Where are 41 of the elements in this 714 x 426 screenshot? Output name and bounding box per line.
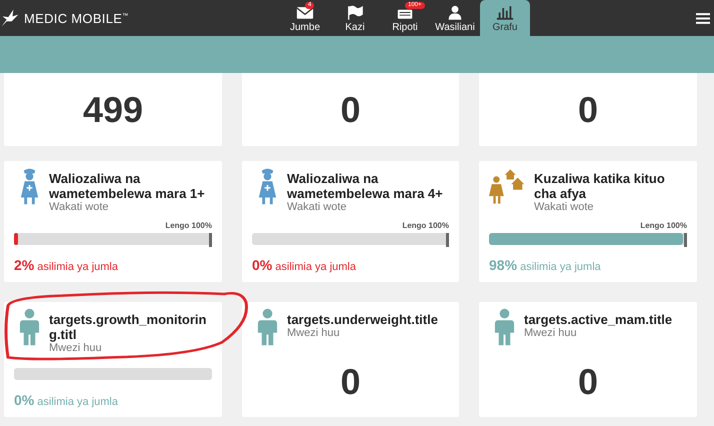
percent-text: 0% asilimia ya jumla — [252, 257, 357, 273]
nav-tab[interactable]: Grafu — [480, 0, 530, 36]
percent-text: 0% asilimia ya jumla — [14, 392, 119, 408]
card-subtitle: Mwezi huu — [49, 342, 103, 354]
count-value: 0 — [576, 88, 600, 130]
goal-label: Lengo 100% — [165, 221, 212, 230]
percent-text: 98% asilimia ya jumla — [489, 257, 602, 273]
flag-icon — [346, 5, 364, 20]
nurse-icon — [256, 166, 279, 206]
count-value: 0 — [576, 361, 600, 403]
card-subtitle: Mwezi huu — [524, 327, 578, 339]
card-title: targets.underweight.title — [287, 312, 438, 327]
card-title: Kuzaliwa katika kituo cha afya — [534, 171, 666, 201]
card-subtitle: Mwezi huu — [287, 327, 341, 339]
nav-tab[interactable]: Kazi — [330, 0, 380, 36]
card-title: Waliozaliwa na wametembelewa mara 4+ — [287, 171, 444, 201]
count-value: 0 — [339, 88, 362, 130]
percent-text: 2% asilimia ya jumla — [14, 257, 119, 273]
card-subtitle: Wakati wote — [534, 201, 595, 213]
card-subtitle: Wakati wote — [49, 201, 110, 213]
count-value: 499 — [82, 88, 144, 130]
goal-marker — [209, 233, 212, 247]
goal-label: Lengo 100% — [402, 221, 449, 230]
menu-icon[interactable] — [696, 12, 710, 25]
bar-chart-icon — [496, 5, 514, 20]
nurse-icon — [18, 166, 41, 206]
goal-label: Lengo 100% — [640, 221, 687, 230]
count-value: 0 — [339, 361, 362, 403]
brand-name: MEDIC MOBILE$^{™}$ — [24, 10, 129, 26]
goal-marker — [684, 233, 687, 247]
card-title: Waliozaliwa na wametembelewa mara 1+ — [49, 171, 206, 201]
card-title: targets.active_mam.title — [524, 312, 672, 327]
envelope-icon — [296, 5, 314, 20]
person-icon — [446, 5, 464, 20]
card-title: targets.growth_monitoring.titl — [49, 312, 208, 342]
card-subtitle: Wakati wote — [287, 201, 348, 213]
nav-tab[interactable]: Wasiliani — [430, 0, 480, 36]
child-icon — [256, 307, 279, 347]
child-icon — [18, 307, 41, 347]
child-icon — [493, 307, 516, 347]
goal-marker — [446, 233, 449, 247]
